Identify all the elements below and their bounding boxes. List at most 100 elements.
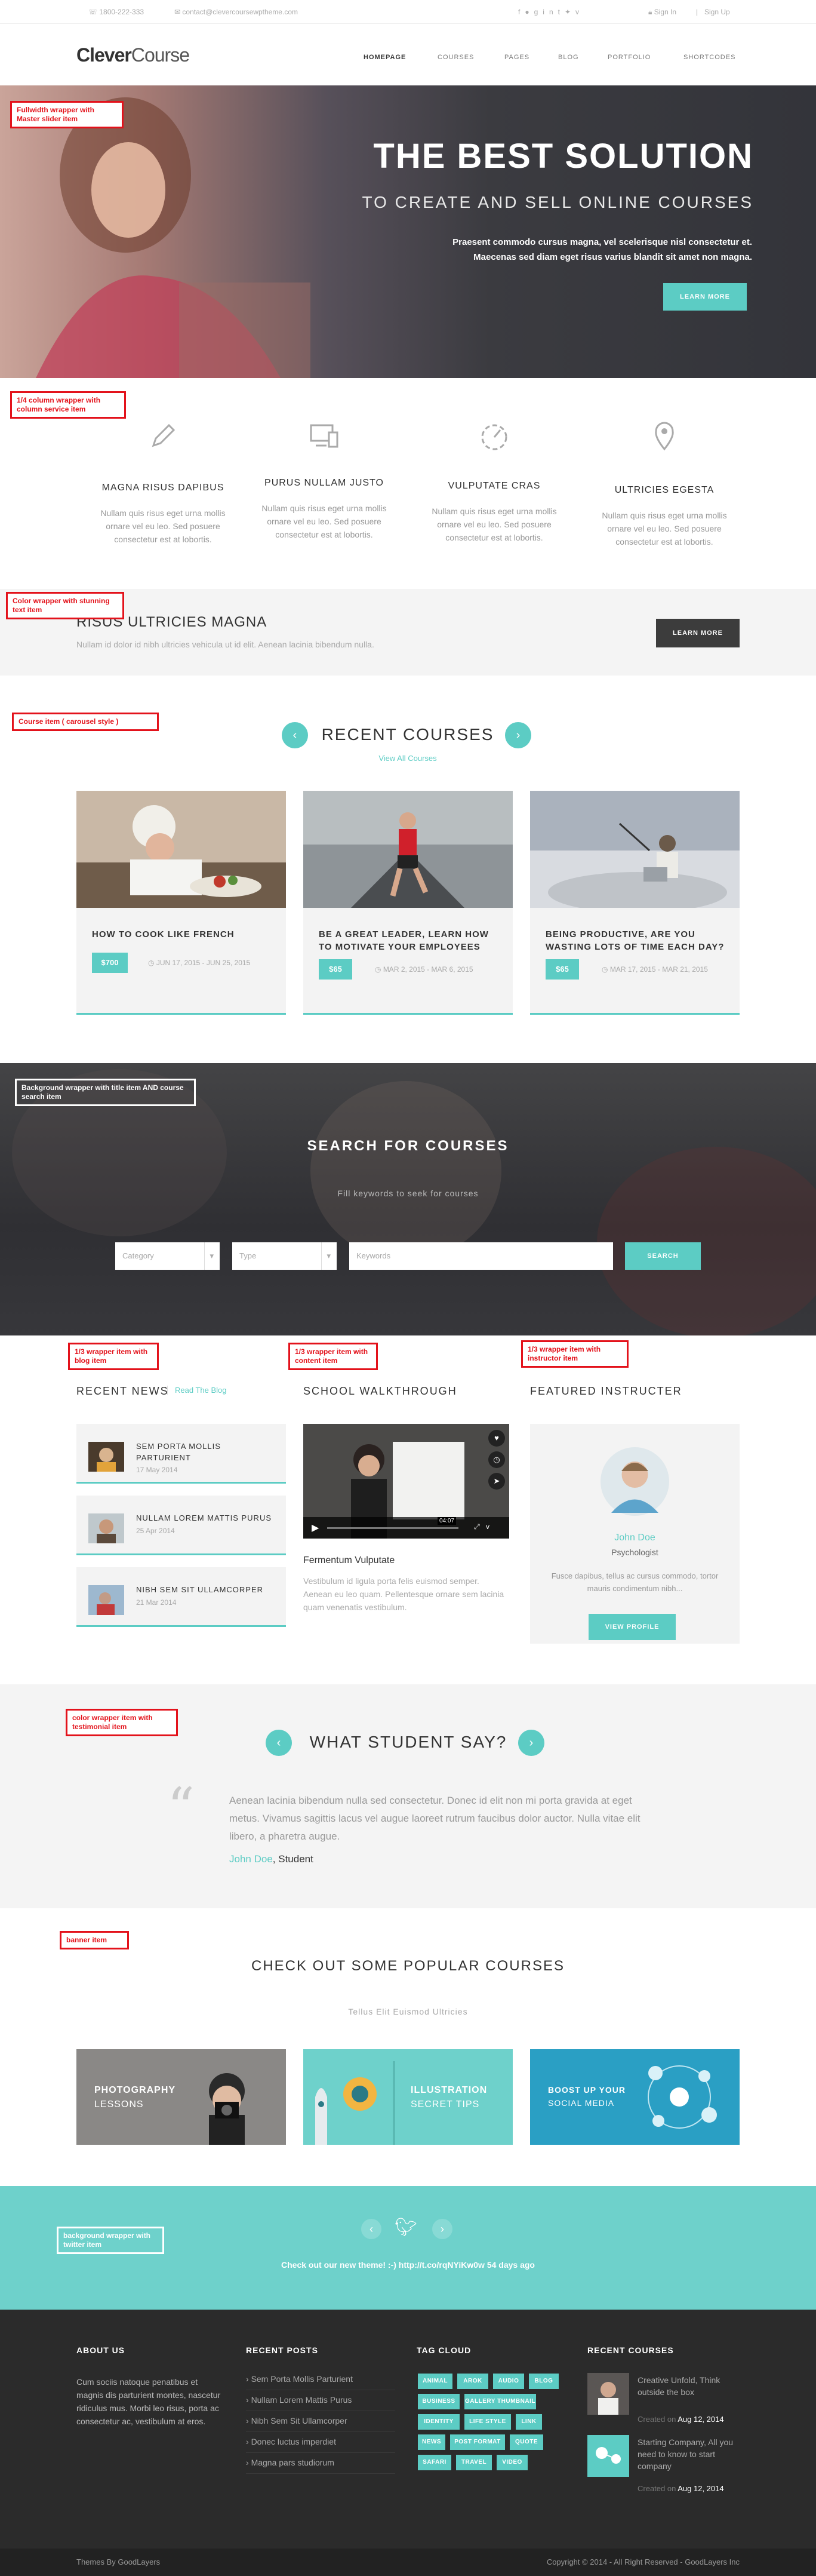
footer-post-link[interactable]: › Nibh Sem Sit Ullamcorper xyxy=(246,2416,395,2432)
view-all-courses-link[interactable]: View All Courses xyxy=(318,754,497,763)
course-title[interactable]: BE A GREAT LEADER, LEARN HOW TO MOTIVATE… xyxy=(319,928,498,953)
nav-blog[interactable]: BLOG xyxy=(558,54,579,61)
sign-in-link[interactable]: 🔒︎ Sign In xyxy=(648,0,676,24)
category-select[interactable]: Category ▾ xyxy=(115,1242,220,1270)
flickr-icon[interactable]: ● xyxy=(525,8,534,16)
tag-link[interactable]: LIFE STYLE xyxy=(464,2414,511,2430)
fullscreen-icon[interactable]: ⤢ xyxy=(474,1522,480,1531)
news-title[interactable]: NIBH SEM SIT ULLAMCORPER xyxy=(136,1584,273,1595)
facebook-icon[interactable]: f xyxy=(518,8,525,16)
course-title[interactable]: HOW TO COOK LIKE FRENCH xyxy=(92,928,271,941)
footer-course-item[interactable]: Starting Company, All you need to know t… xyxy=(587,2435,740,2495)
footer-post-label[interactable]: Magna pars studiorum xyxy=(251,2458,334,2467)
nav-portfolio[interactable]: PORTFOLIO xyxy=(608,54,651,61)
type-select[interactable]: Type ▾ xyxy=(232,1242,337,1270)
course-image-laptop[interactable] xyxy=(530,791,740,908)
tag-link[interactable]: VIDEO xyxy=(497,2455,528,2470)
tweet-prev-button[interactable]: ‹ xyxy=(361,2219,381,2239)
nav-shortcodes[interactable]: SHORTCODES xyxy=(683,54,735,61)
sign-in-label[interactable]: Sign In xyxy=(654,8,676,16)
site-logo[interactable]: CleverCourse xyxy=(76,44,190,66)
instructor-avatar[interactable] xyxy=(601,1447,669,1516)
testimonial-prev-button[interactable]: ‹ xyxy=(266,1730,292,1756)
news-title[interactable]: SEM PORTA MOLLIS PARTURIENT xyxy=(136,1441,273,1463)
tag-link[interactable]: AUDIO xyxy=(493,2374,524,2389)
tag-link[interactable]: TRAVEL xyxy=(456,2455,492,2470)
linkedin-icon[interactable]: in xyxy=(543,8,558,16)
nav-pages[interactable]: PAGES xyxy=(504,54,529,61)
carousel-prev-button[interactable]: ‹ xyxy=(282,722,308,748)
footer-course-thumbnail[interactable] xyxy=(587,2373,629,2415)
photography-banner[interactable]: PHOTOGRAPHY LESSONS xyxy=(76,2049,286,2145)
footer-course-thumbnail[interactable] xyxy=(587,2435,629,2477)
chevron-right-icon: › xyxy=(441,2223,444,2235)
tumblr-icon[interactable]: t xyxy=(558,8,565,16)
testimonial-next-button[interactable]: › xyxy=(518,1730,544,1756)
instructor-card: John Doe Psychologist Fusce dapibus, tel… xyxy=(530,1424,740,1644)
vimeo-icon[interactable]: v xyxy=(575,8,584,16)
instructor-name[interactable]: John Doe xyxy=(530,1533,740,1543)
footer-post-link[interactable]: › Nullam Lorem Mattis Purus xyxy=(246,2395,395,2411)
tag-link[interactable]: GALLERY THUMBNAIL xyxy=(464,2394,536,2409)
course-card[interactable]: BEING PRODUCTIVE, ARE YOU WASTING LOTS O… xyxy=(530,791,740,1015)
logo-part-2[interactable]: Course xyxy=(131,44,190,66)
footer-course-item[interactable]: Creative Unfold, Think outside the box C… xyxy=(587,2373,740,2427)
footer-post-link[interactable]: › Sem Porta Mollis Parturient xyxy=(246,2374,395,2390)
footer-post-label[interactable]: Donec luctus imperdiet xyxy=(251,2437,336,2446)
tag-link[interactable]: AROK xyxy=(457,2374,488,2389)
google-plus-icon[interactable]: g xyxy=(534,8,543,16)
news-item[interactable]: NIBH SEM SIT ULLAMCORPER 21 Mar 2014 xyxy=(76,1567,286,1627)
tag-link[interactable]: NEWS xyxy=(418,2434,445,2450)
hero-learn-more-button[interactable]: LEARN MORE xyxy=(663,283,747,311)
footer-post-link[interactable]: › Magna pars studiorum xyxy=(246,2458,395,2474)
tag-link[interactable]: LINK xyxy=(516,2414,542,2430)
keywords-input[interactable]: Keywords xyxy=(349,1242,613,1270)
tag-link[interactable]: SAFARI xyxy=(418,2455,451,2470)
view-profile-button[interactable]: VIEW PROFILE xyxy=(589,1614,676,1640)
read-the-blog-link[interactable]: Read The Blog xyxy=(167,1386,227,1395)
tag-link[interactable]: ANIMAL xyxy=(418,2374,452,2389)
stunning-learn-more-button[interactable]: LEARN MORE xyxy=(656,619,740,647)
vimeo-icon[interactable]: v xyxy=(486,1522,489,1531)
footer-post-link[interactable]: › Donec luctus imperdiet xyxy=(246,2437,395,2453)
social-media-banner[interactable]: BOOST UP YOUR SOCIAL MEDIA xyxy=(530,2049,740,2145)
footer-post-label[interactable]: Nibh Sem Sit Ullamcorper xyxy=(251,2416,347,2425)
twitter-icon[interactable]: ✦ xyxy=(565,8,575,16)
news-title[interactable]: NULLAM LOREM MATTIS PURUS xyxy=(136,1512,273,1524)
clock-icon[interactable]: ◷ xyxy=(488,1451,505,1468)
logo-part-1[interactable]: Clever xyxy=(76,44,132,66)
tweet-next-button[interactable]: › xyxy=(432,2219,452,2239)
tag-link[interactable]: QUOTE xyxy=(510,2434,543,2450)
carousel-next-button[interactable]: › xyxy=(505,722,531,748)
tag-link[interactable]: IDENTITY xyxy=(418,2414,460,2430)
play-icon[interactable]: ▶ xyxy=(312,1522,319,1534)
course-image-runner[interactable] xyxy=(303,791,513,908)
footer-course-title[interactable]: Creative Unfold, Think outside the box xyxy=(638,2374,739,2398)
heart-icon[interactable]: ♥ xyxy=(488,1430,505,1447)
nav-courses[interactable]: COURSES xyxy=(438,54,474,61)
news-item[interactable]: NULLAM LOREM MATTIS PURUS 25 Apr 2014 xyxy=(76,1496,286,1555)
tweet-text[interactable]: Check out our new theme! :-) http://t.co… xyxy=(0,2260,816,2270)
course-title[interactable]: BEING PRODUCTIVE, ARE YOU WASTING LOTS O… xyxy=(546,928,725,953)
course-image-cooking[interactable] xyxy=(76,791,286,908)
tag-link[interactable]: BLOG xyxy=(529,2374,559,2389)
sign-up-label[interactable]: Sign Up xyxy=(704,8,730,16)
tag-link[interactable]: BUSINESS xyxy=(418,2394,460,2409)
sign-up-link[interactable]: Sign Up xyxy=(704,0,730,24)
course-card[interactable]: BE A GREAT LEADER, LEARN HOW TO MOTIVATE… xyxy=(303,791,513,1015)
video-progress-bar[interactable] xyxy=(327,1527,458,1529)
testimonial-quote: Aenean lacinia bibendum nulla sed consec… xyxy=(229,1795,641,1842)
share-icon[interactable]: ➤ xyxy=(488,1473,505,1490)
email-address[interactable]: contact@clevercoursewptheme.com xyxy=(182,8,298,16)
illustration-banner[interactable]: ILLUSTRATION SECRET TIPS xyxy=(303,2049,513,2145)
video-player[interactable]: ♥ ◷ ➤ ▶ 04:07 ⤢ v xyxy=(303,1424,509,1539)
course-card[interactable]: HOW TO COOK LIKE FRENCH $700 ◷ JUN 17, 2… xyxy=(76,791,286,1015)
footer-post-label[interactable]: Sem Porta Mollis Parturient xyxy=(251,2374,353,2384)
footer-post-label[interactable]: Nullam Lorem Mattis Purus xyxy=(251,2395,352,2405)
search-button[interactable]: SEARCH xyxy=(625,1242,701,1270)
tag-link[interactable]: POST FORMAT xyxy=(450,2434,505,2450)
news-item[interactable]: SEM PORTA MOLLIS PARTURIENT 17 May 2014 xyxy=(76,1424,286,1484)
nav-homepage[interactable]: HOMEPAGE xyxy=(364,54,406,61)
email-text[interactable]: ✉ contact@clevercoursewptheme.com xyxy=(174,0,298,24)
footer-course-title[interactable]: Starting Company, All you need to know t… xyxy=(638,2436,739,2472)
